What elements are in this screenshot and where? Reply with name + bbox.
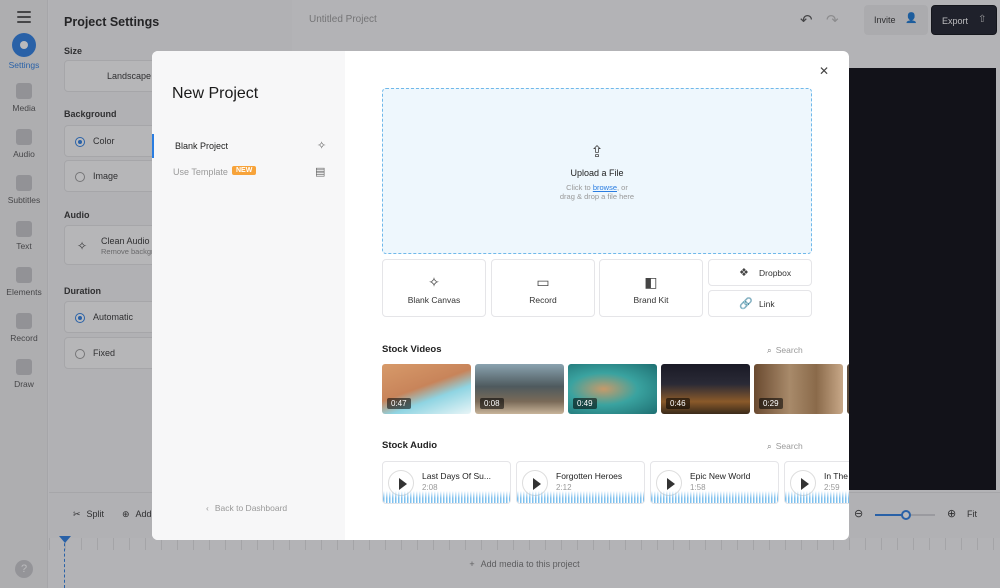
stock-video-thumb[interactable]: 0:29 — [754, 364, 843, 414]
stock-audio-item[interactable]: Last Days Of Su... 2:08 — [382, 461, 511, 504]
link-tile[interactable]: 🔗 Link — [708, 290, 812, 317]
search-icon: ⌕ — [767, 345, 772, 355]
stock-video-thumb[interactable]: 0:46 — [661, 364, 750, 414]
stock-video-thumb[interactable]: 0:49 — [568, 364, 657, 414]
dropbox-tile[interactable]: ❖ Dropbox — [708, 259, 812, 286]
stock-audio-item[interactable]: Forgotten Heroes 2:12 — [516, 461, 645, 504]
back-to-dashboard-link[interactable]: ‹ Back to Dashboard — [206, 503, 287, 513]
waveform — [383, 491, 510, 503]
modal-title: New Project — [172, 85, 259, 102]
stock-audio-title: Stock Audio — [382, 440, 438, 451]
sparkle-icon: ✧ — [317, 140, 327, 152]
nav-blank-project[interactable]: Blank Project ✧ — [152, 134, 345, 158]
stock-audio-item[interactable]: Epic New World 1:58 — [650, 461, 779, 504]
nav-use-template[interactable]: Use Template NEW ▤ — [152, 160, 345, 184]
stock-videos-search[interactable]: ⌕ Search — [767, 345, 803, 356]
waveform — [785, 491, 849, 503]
stock-video-thumb[interactable]: 0:08 — [475, 364, 564, 414]
brand-kit-tile[interactable]: ◧ Brand Kit — [599, 259, 703, 317]
stock-video-thumb[interactable] — [847, 364, 849, 414]
chevron-left-icon: ‹ — [206, 503, 209, 513]
record-tile[interactable]: ▭ Record — [491, 259, 595, 317]
search-icon: ⌕ — [767, 441, 772, 451]
stock-audio-item[interactable]: In The 2:59 — [784, 461, 849, 504]
waveform — [517, 491, 644, 503]
template-icon: ▤ — [315, 166, 326, 178]
modal-sidebar: New Project Blank Project ✧ Use Template… — [152, 51, 345, 540]
dropbox-icon: ❖ — [739, 267, 749, 279]
link-icon: 🔗 — [739, 298, 753, 310]
stock-video-thumb[interactable]: 0:47 — [382, 364, 471, 414]
browse-link[interactable]: browse — [593, 183, 617, 192]
waveform — [651, 491, 778, 503]
close-icon[interactable]: ✕ — [819, 64, 829, 78]
new-badge: NEW — [232, 166, 257, 175]
upload-dropzone[interactable]: ⇪ Upload a File Click to browse, or drag… — [382, 88, 812, 254]
stock-videos-title: Stock Videos — [382, 344, 442, 355]
cloud-upload-icon: ⇪ — [590, 144, 604, 161]
brand-kit-icon: ◧ — [644, 274, 658, 290]
sparkle-icon: ✧ — [428, 274, 440, 290]
camera-icon: ▭ — [536, 274, 550, 290]
blank-canvas-tile[interactable]: ✧ Blank Canvas — [382, 259, 486, 317]
stock-audio-search[interactable]: ⌕ Search — [767, 441, 803, 452]
new-project-modal: New Project Blank Project ✧ Use Template… — [152, 51, 849, 540]
